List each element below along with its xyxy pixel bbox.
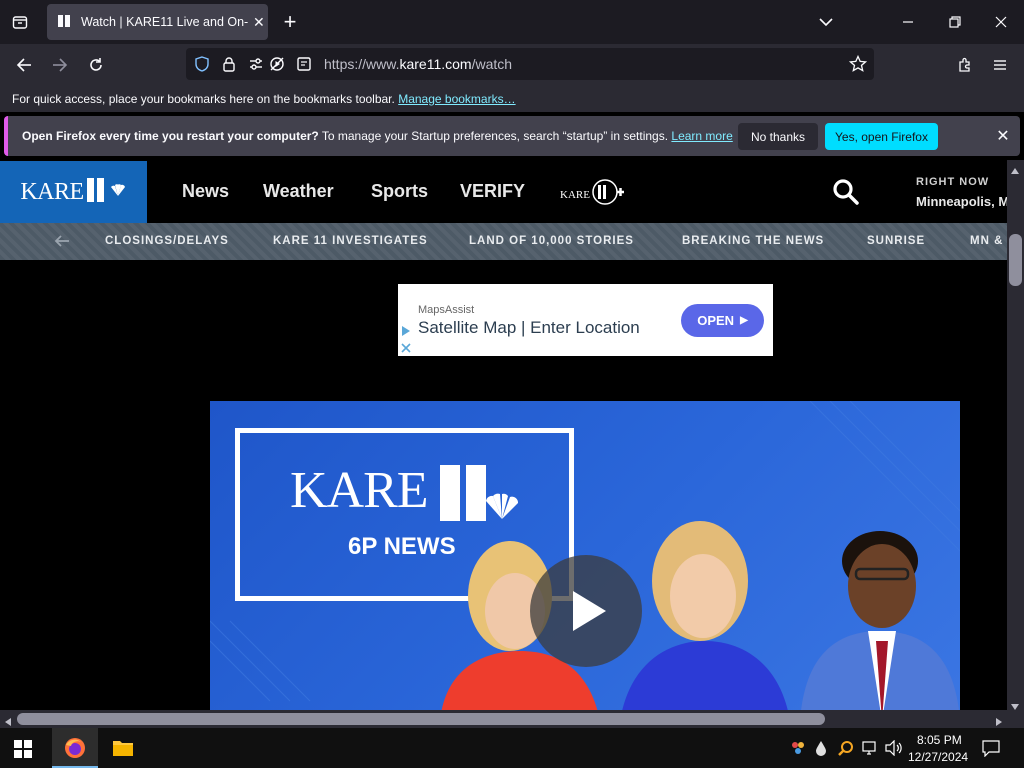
plus-circle-icon [591, 178, 625, 211]
kare11-favicon-icon [57, 13, 73, 32]
horizontal-scroll-thumb[interactable] [17, 713, 825, 725]
startup-notification-bar: Open Firefox every time you restart your… [4, 116, 1020, 156]
windows-taskbar: 8:05 PM 12/27/2024 [0, 728, 1024, 768]
nav-news[interactable]: News [182, 181, 229, 202]
sub-navigation: CLOSINGS/DELAYS KARE 11 INVESTIGATES LAN… [0, 223, 1007, 260]
clock-time[interactable]: 8:05 PM [917, 733, 962, 747]
volume-icon[interactable] [885, 739, 903, 761]
autoplay-blocked-icon[interactable] [269, 56, 285, 77]
back-arrow-icon[interactable] [9, 51, 39, 79]
url-text[interactable]: https://www.kare11.com/watch [324, 56, 512, 72]
video-logo-text: KARE [290, 462, 429, 519]
scroll-up-icon[interactable] [1010, 162, 1020, 180]
learn-more-link[interactable]: Learn more [671, 129, 732, 143]
lock-icon[interactable] [222, 56, 236, 77]
subnav-left-arrow-icon[interactable] [54, 233, 70, 254]
tab-close-icon[interactable]: ✕ [253, 14, 265, 31]
bookmark-star-icon[interactable] [848, 54, 868, 78]
tab-strip: Watch | KARE11 Live and On-Demand ✕ + [0, 0, 1024, 44]
permissions-icon[interactable] [248, 56, 264, 77]
action-center-icon[interactable] [982, 739, 1000, 762]
new-tab-icon[interactable]: + [276, 8, 304, 36]
url-prefix: https://www. [324, 56, 400, 72]
ad-close-icon[interactable] [399, 341, 413, 355]
bookmarks-hint: For quick access, place your bookmarks h… [12, 92, 395, 106]
vertical-scroll-thumb[interactable] [1009, 234, 1022, 286]
tray-app-icon[interactable] [790, 740, 806, 761]
notification-message: Open Firefox every time you restart your… [22, 129, 733, 143]
list-all-tabs-icon[interactable] [810, 8, 842, 36]
url-path: /watch [471, 56, 513, 72]
ad-brand: MapsAssist [418, 304, 475, 316]
minimize-icon[interactable] [892, 8, 924, 36]
subnav-mn[interactable]: MN & [970, 235, 1003, 247]
restore-icon[interactable] [939, 8, 971, 36]
kare11-logo[interactable]: KARE [0, 161, 147, 223]
subnav-closings[interactable]: CLOSINGS/DELAYS [105, 235, 229, 247]
hamburger-menu-icon[interactable] [985, 51, 1015, 79]
tray-search-icon[interactable] [838, 740, 854, 761]
logo-eleven-icon [86, 177, 108, 208]
play-button[interactable] [530, 555, 642, 667]
tab-title: Watch | KARE11 Live and On-Demand [81, 15, 249, 29]
no-thanks-button[interactable]: No thanks [738, 123, 818, 150]
clock-date[interactable]: 12/27/2024 [908, 750, 968, 764]
active-tab[interactable]: Watch | KARE11 Live and On-Demand ✕ [47, 4, 268, 40]
page-content: KARE News Weather Sports VERIFY KARE RIG… [0, 160, 1007, 710]
nav-weather[interactable]: Weather [263, 181, 334, 202]
forward-arrow-icon[interactable] [45, 51, 75, 79]
right-now-label: RIGHT NOW [916, 176, 990, 188]
ad-title[interactable]: Satellite Map | Enter Location [418, 318, 640, 338]
nav-sports[interactable]: Sports [371, 181, 428, 202]
manage-bookmarks-link[interactable]: Manage bookmarks… [398, 92, 515, 106]
reload-icon[interactable] [81, 51, 111, 79]
subnav-land-of-10000[interactable]: LAND OF 10,000 STORIES [469, 235, 634, 247]
subnav-breaking-the-news[interactable]: BREAKING THE NEWS [682, 235, 824, 247]
taskbar-firefox[interactable] [52, 728, 98, 768]
nav-verify[interactable]: VERIFY [460, 181, 525, 202]
adchoices-icon[interactable] [399, 324, 413, 338]
network-icon[interactable] [862, 740, 880, 761]
notification-close-icon[interactable]: ✕ [992, 125, 1014, 147]
subnav-investigates[interactable]: KARE 11 INVESTIGATES [273, 235, 428, 247]
close-window-icon[interactable] [985, 8, 1017, 36]
firefox-icon [65, 738, 85, 758]
tab-list-icon[interactable] [6, 8, 34, 36]
tracking-shield-icon[interactable] [194, 56, 210, 77]
ad-open-label: OPEN [697, 313, 735, 328]
kare11-plus-logo[interactable]: KARE [560, 178, 625, 211]
anchors-image [441, 521, 959, 710]
plus-logo-text: KARE [560, 188, 590, 201]
site-header: KARE News Weather Sports VERIFY KARE RIG… [0, 161, 1007, 223]
extensions-icon[interactable] [950, 51, 980, 79]
nbc-peacock-icon [109, 183, 127, 201]
video-player[interactable]: KARE 6P NEWS [210, 401, 960, 710]
advertisement[interactable]: MapsAssist Satellite Map | Enter Locatio… [398, 284, 773, 356]
notification-body: To manage your Startup preferences, sear… [321, 129, 669, 143]
navigation-toolbar: https://www.kare11.com/watch [0, 44, 1024, 86]
address-bar[interactable]: https://www.kare11.com/watch [186, 48, 874, 80]
bookmarks-toolbar: For quick access, place your bookmarks h… [0, 86, 1024, 112]
reader-view-icon[interactable] [296, 56, 312, 77]
subnav-sunrise[interactable]: SUNRISE [867, 235, 925, 247]
play-icon [573, 591, 606, 631]
ad-open-button[interactable]: OPEN ▶ [681, 304, 764, 337]
yes-open-firefox-button[interactable]: Yes, open Firefox [825, 123, 938, 150]
file-explorer-icon[interactable] [112, 738, 134, 763]
right-now-city[interactable]: Minneapolis, M [916, 194, 1007, 209]
url-domain: kare11.com [399, 56, 472, 72]
site-search-icon[interactable] [832, 178, 860, 211]
notification-title: Open Firefox every time you restart your… [22, 129, 319, 143]
windows-start-icon[interactable] [14, 740, 32, 763]
logo-text: KARE [20, 178, 84, 205]
ad-chevron-icon: ▶ [740, 315, 748, 326]
tray-water-drop-icon[interactable] [815, 740, 827, 761]
